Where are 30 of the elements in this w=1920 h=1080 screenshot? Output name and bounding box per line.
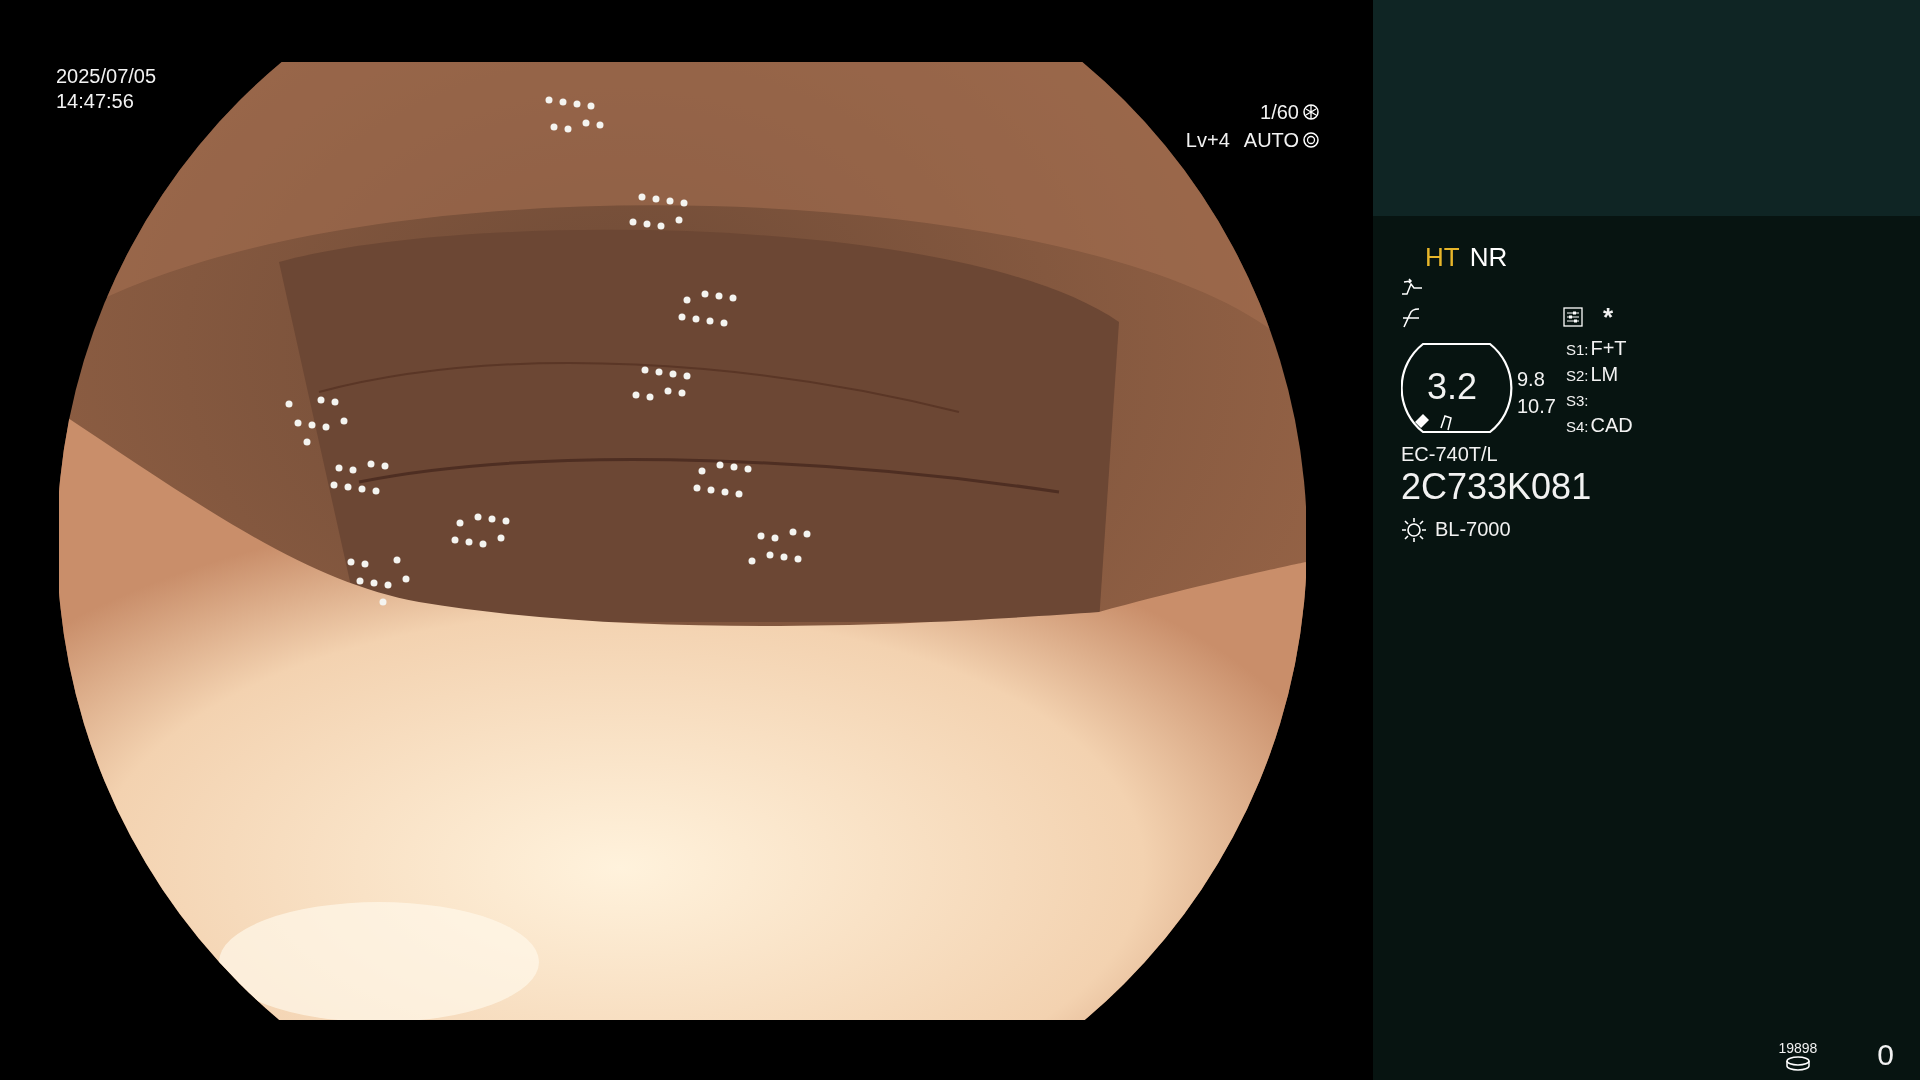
date-text: 2025/07/05	[56, 64, 157, 89]
settings-icon	[1563, 307, 1583, 327]
mode-label: NR	[1469, 242, 1508, 272]
switch-label: S3:	[1565, 391, 1589, 411]
switch-label: S2:	[1565, 366, 1589, 386]
mode-label: HT	[1425, 242, 1460, 272]
aperture-icon	[1303, 132, 1319, 148]
light-source-text: BL-7000	[1435, 517, 1511, 541]
zoom-reading: 9.8	[1517, 366, 1546, 392]
level-text: Lv+4	[1185, 128, 1230, 153]
switch-value: LM	[1590, 362, 1619, 387]
time-text: 14:47:56	[56, 89, 135, 114]
zoom-reading: 10.7	[1517, 393, 1556, 419]
mode-text: AUTO	[1243, 128, 1299, 153]
shutter-icon	[1303, 104, 1319, 120]
storage-count: 19898	[1778, 1040, 1818, 1056]
asterisk-mark: *	[1603, 301, 1614, 333]
shutter-speed-text: 1/60	[1260, 100, 1299, 125]
switch-value: CAD	[1590, 413, 1633, 438]
disk-icon	[1784, 1056, 1811, 1072]
zoom-frame-icon	[1401, 342, 1513, 434]
scope-model: EC-740T/L	[1401, 443, 1499, 466]
curve-icon	[1401, 278, 1423, 296]
capture-count: 0	[1877, 1038, 1894, 1072]
switch-label: S1:	[1565, 340, 1589, 360]
switch-value: F+T	[1590, 336, 1627, 361]
scope-serial: 2C733K081	[1401, 466, 1593, 508]
lamp-icon	[1401, 516, 1427, 542]
switch-label: S4:	[1565, 417, 1589, 437]
zoom-value: 3.2	[1427, 366, 1478, 408]
